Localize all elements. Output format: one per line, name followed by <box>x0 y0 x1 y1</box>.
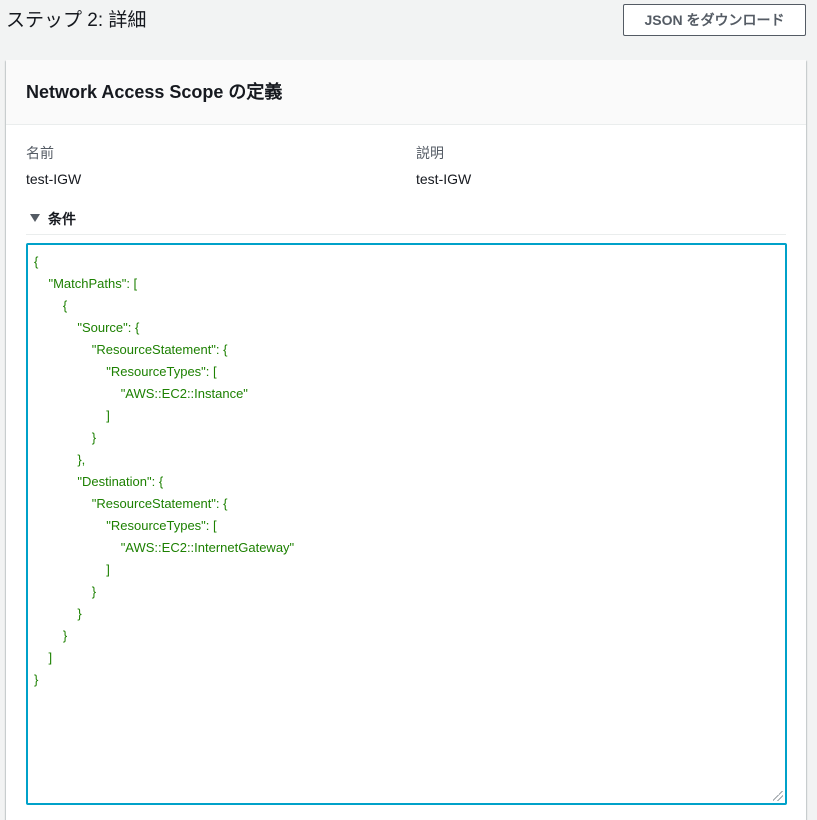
name-label: 名前 <box>26 145 54 161</box>
name-field: 名前 test-IGW <box>26 144 81 188</box>
conditions-expander[interactable]: 条件 <box>26 207 786 235</box>
page-title: ステップ 2: 詳細 <box>6 10 147 31</box>
conditions-label[interactable]: 条件 <box>48 210 76 228</box>
caret-down-icon[interactable] <box>30 214 40 222</box>
description-value: test-IGW <box>416 171 472 187</box>
conditions-json-editor[interactable]: { "MatchPaths": [ { "Source": { "Resourc… <box>26 243 787 805</box>
description-label: 説明 <box>416 145 444 161</box>
description-field: 説明 test-IGW <box>416 144 471 188</box>
panel-title: Network Access Scope の定義 <box>26 82 283 102</box>
download-json-button[interactable]: JSON をダウンロード <box>623 4 806 36</box>
scope-definition-panel: Network Access Scope の定義 名前 test-IGW 説明 … <box>6 60 806 820</box>
panel-header: Network Access Scope の定義 <box>6 60 806 125</box>
name-value: test-IGW <box>26 171 82 187</box>
resize-grip-icon[interactable] <box>773 791 783 801</box>
page-header: ステップ 2: 詳細 JSON をダウンロード <box>0 0 817 50</box>
